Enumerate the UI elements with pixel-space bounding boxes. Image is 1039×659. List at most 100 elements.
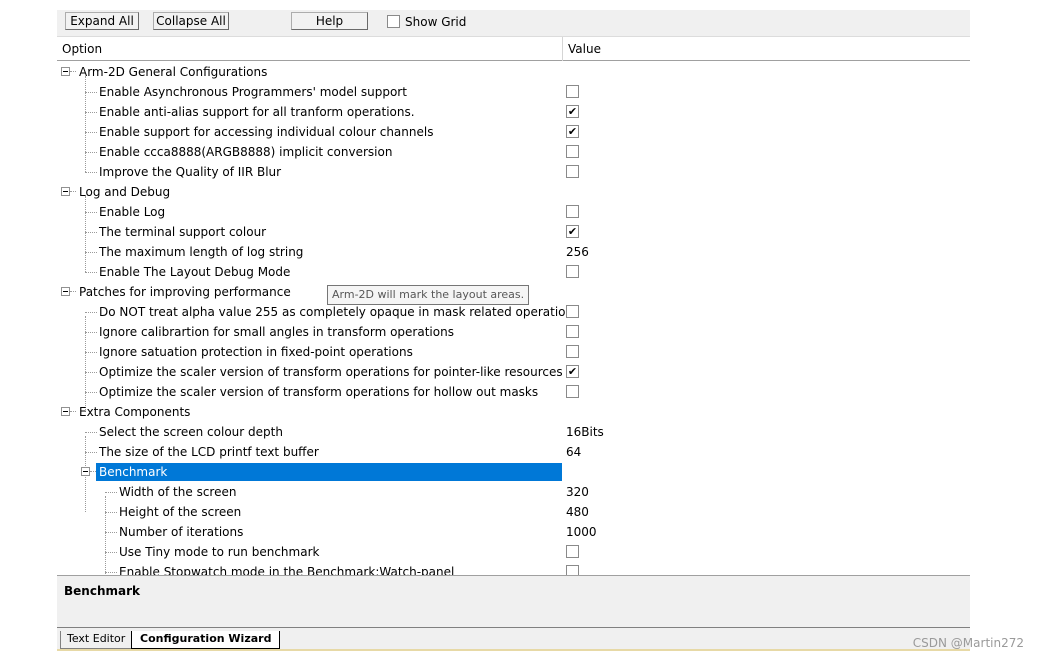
- option-label: Improve the Quality of IIR Blur: [99, 165, 282, 179]
- option-label: Enable Asynchronous Programmers' model s…: [99, 85, 407, 99]
- option-label: Ignore calibrartion for small angles in …: [99, 325, 454, 339]
- option-label: Ignore satuation protection in fixed-poi…: [99, 345, 413, 359]
- option-checkbox[interactable]: [566, 565, 579, 575]
- collapse-toggle-icon[interactable]: [61, 407, 70, 416]
- tree-connector: [70, 291, 76, 292]
- show-grid-checkbox[interactable]: [387, 15, 400, 28]
- column-divider[interactable]: [562, 37, 563, 61]
- tree-option-row[interactable]: Enable ccca8888(ARGB8888) implicit conve…: [57, 142, 970, 162]
- tree-connector: [85, 432, 97, 433]
- tree-connector: [105, 532, 117, 533]
- tree-connector: [85, 112, 97, 113]
- tree-option-row[interactable]: Select the screen colour depth 16Bits: [57, 422, 970, 442]
- collapse-toggle-icon[interactable]: [61, 287, 70, 296]
- option-checkbox[interactable]: ✔: [566, 225, 579, 238]
- option-label: Do NOT treat alpha value 255 as complete…: [99, 305, 580, 319]
- tree-connector: [70, 411, 76, 412]
- tree-group-row[interactable]: Extra Components: [57, 402, 970, 422]
- collapse-toggle-icon[interactable]: [61, 67, 70, 76]
- tree-option-row[interactable]: Enable anti-alias support for all tranfo…: [57, 102, 970, 122]
- option-label: The terminal support colour: [99, 225, 267, 239]
- tree-option-row[interactable]: Enable The Layout Debug Mode: [57, 262, 970, 282]
- tab-text-editor[interactable]: Text Editor: [60, 631, 132, 649]
- tree-group-row[interactable]: Benchmark: [57, 462, 970, 482]
- tree-option-row[interactable]: Width of the screen 320: [57, 482, 970, 502]
- collapse-toggle-icon[interactable]: [81, 467, 90, 476]
- tree-connector: [85, 132, 97, 133]
- tree-option-row[interactable]: Ignore calibrartion for small angles in …: [57, 322, 970, 342]
- option-checkbox[interactable]: [566, 205, 579, 218]
- tree-connector: [90, 471, 96, 472]
- tree-option-row[interactable]: Enable Asynchronous Programmers' model s…: [57, 82, 970, 102]
- option-label: Select the screen colour depth: [99, 425, 283, 439]
- option-value[interactable]: 480: [566, 505, 589, 519]
- option-checkbox[interactable]: [566, 385, 579, 398]
- option-checkbox[interactable]: [566, 165, 579, 178]
- tree-option-row[interactable]: The maximum length of log string 256: [57, 242, 970, 262]
- tab-configuration-wizard[interactable]: Configuration Wizard: [131, 631, 281, 649]
- option-value[interactable]: 64: [566, 445, 581, 459]
- value-column-header[interactable]: Value: [568, 42, 601, 56]
- tree-connector: [85, 212, 97, 213]
- group-label: Arm-2D General Configurations: [79, 65, 268, 79]
- option-value[interactable]: 16Bits: [566, 425, 604, 439]
- tree-option-row[interactable]: Improve the Quality of IIR Blur: [57, 162, 970, 182]
- tree-connector: [70, 71, 76, 72]
- collapse-toggle-icon[interactable]: [61, 187, 70, 196]
- option-label: Enable Log: [99, 205, 166, 219]
- tree-option-row[interactable]: Ignore satuation protection in fixed-poi…: [57, 342, 970, 362]
- tree-option-row[interactable]: Use Tiny mode to run benchmark: [57, 542, 970, 562]
- option-checkbox[interactable]: ✔: [566, 125, 579, 138]
- tree-connector: [85, 232, 97, 233]
- configuration-wizard-panel: Expand All Collapse All Help Show Grid O…: [57, 10, 970, 651]
- tree-option-row[interactable]: Height of the screen 480: [57, 502, 970, 522]
- option-checkbox[interactable]: [566, 145, 579, 158]
- tree-option-row[interactable]: Enable support for accessing individual …: [57, 122, 970, 142]
- option-checkbox[interactable]: [566, 345, 579, 358]
- tree-connector: [85, 92, 97, 93]
- option-label: The size of the LCD printf text buffer: [99, 445, 319, 459]
- tooltip: Arm-2D will mark the layout areas.: [327, 285, 530, 305]
- option-value[interactable]: 1000: [566, 525, 597, 539]
- tree-group-row[interactable]: Log and Debug: [57, 182, 970, 202]
- option-checkbox[interactable]: [566, 325, 579, 338]
- tree-option-row[interactable]: Optimize the scaler version of transform…: [57, 362, 970, 382]
- tree-option-row[interactable]: Do NOT treat alpha value 255 as complete…: [57, 302, 970, 322]
- tree-connector: [85, 272, 97, 273]
- option-label: Optimize the scaler version of transform…: [99, 365, 563, 379]
- option-checkbox[interactable]: [566, 545, 579, 558]
- column-header: Option Value: [57, 36, 970, 61]
- tree-group-row[interactable]: Arm-2D General Configurations: [57, 62, 970, 82]
- tree-connector: [85, 152, 97, 153]
- tree-connector: [105, 492, 117, 493]
- option-column-header[interactable]: Option: [62, 42, 102, 56]
- tree-option-row[interactable]: Enable Stopwatch mode in the Benchmark:W…: [57, 562, 970, 575]
- tree-connector: [85, 392, 97, 393]
- option-checkbox[interactable]: [566, 265, 579, 278]
- description-title: Benchmark: [64, 584, 140, 598]
- tree-option-row[interactable]: Optimize the scaler version of transform…: [57, 382, 970, 402]
- show-grid-label: Show Grid: [405, 15, 467, 29]
- option-label: The maximum length of log string: [99, 245, 304, 259]
- tree-connector: [85, 372, 97, 373]
- tree-connector: [85, 352, 97, 353]
- group-label: Log and Debug: [79, 185, 171, 199]
- toolbar: Expand All Collapse All Help Show Grid: [57, 10, 970, 36]
- group-label: Patches for improving performance: [79, 285, 291, 299]
- option-checkbox[interactable]: [566, 305, 579, 318]
- option-value[interactable]: 256: [566, 245, 589, 259]
- option-label: Width of the screen: [119, 485, 237, 499]
- tree-option-row[interactable]: The size of the LCD printf text buffer 64: [57, 442, 970, 462]
- tree-option-row[interactable]: Enable Log: [57, 202, 970, 222]
- option-label: Number of iterations: [119, 525, 244, 539]
- collapse-all-button[interactable]: Collapse All: [153, 12, 229, 30]
- option-checkbox[interactable]: ✔: [566, 105, 579, 118]
- option-value[interactable]: 320: [566, 485, 589, 499]
- option-checkbox[interactable]: [566, 85, 579, 98]
- tree-option-row[interactable]: Number of iterations 1000: [57, 522, 970, 542]
- tree-option-row[interactable]: The terminal support colour ✔: [57, 222, 970, 242]
- expand-all-button[interactable]: Expand All: [65, 12, 139, 30]
- option-checkbox[interactable]: ✔: [566, 365, 579, 378]
- help-button[interactable]: Help: [291, 12, 368, 30]
- option-label: Height of the screen: [119, 505, 242, 519]
